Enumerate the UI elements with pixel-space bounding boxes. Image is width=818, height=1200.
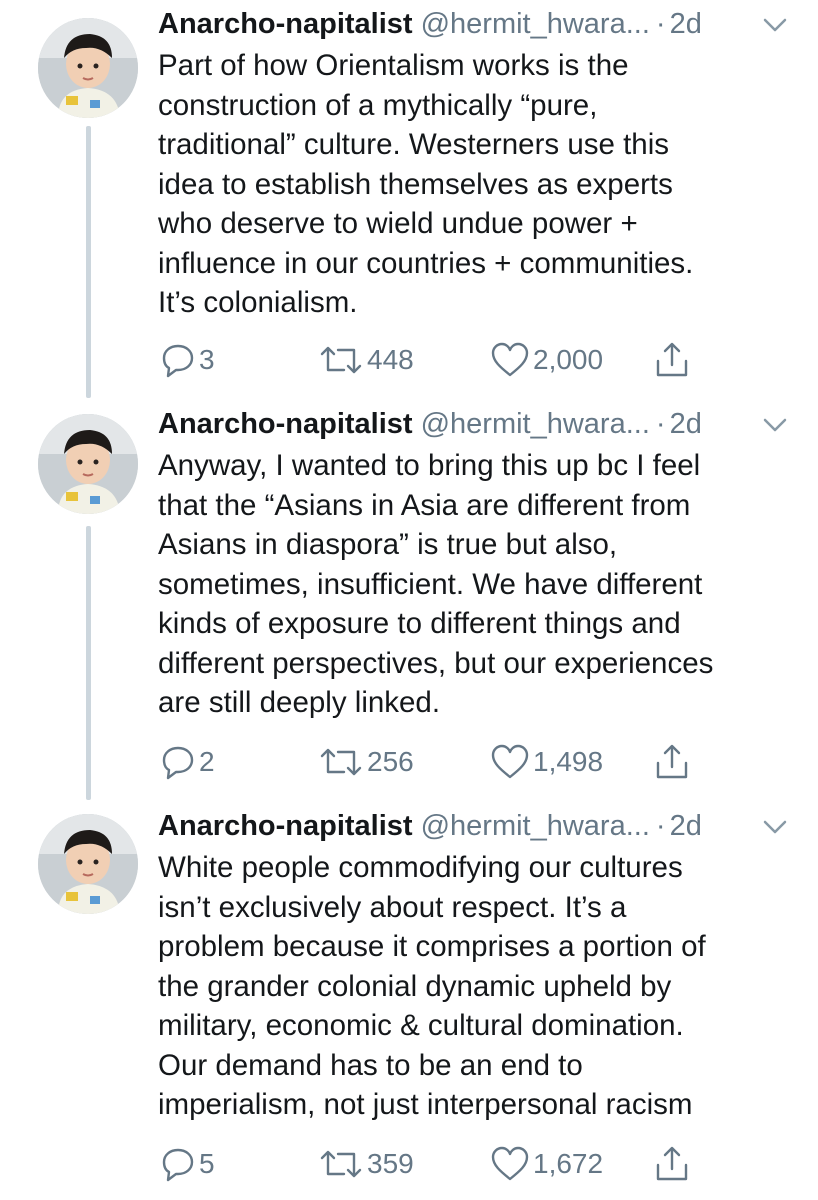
tweet-text: White people commodifying our cultures i… [158, 848, 798, 1125]
chevron-down-icon[interactable] [762, 416, 788, 434]
display-name[interactable]: Anarcho-napitalist [158, 408, 413, 440]
user-handle[interactable]: @hermit_hwara... [421, 408, 650, 440]
tweet-text-line: It’s colonialism. [158, 286, 358, 319]
timestamp[interactable]: 2d [670, 8, 702, 40]
tweet-actions: 2 256 1,498 [158, 740, 718, 784]
retweet-icon [320, 1150, 362, 1178]
tweet-header: Anarcho-napitalist @hermit_hwara... · 2d [158, 806, 702, 846]
tweet-text-line: who deserve to wield undue power + [158, 207, 638, 240]
avatar[interactable] [38, 814, 138, 914]
user-handle[interactable]: @hermit_hwara... [421, 810, 650, 842]
avatar[interactable] [38, 414, 138, 514]
like-button[interactable]: 1,498 [490, 740, 603, 784]
tweet-header: Anarcho-napitalist @hermit_hwara... · 2d [158, 404, 702, 444]
reply-button[interactable]: 2 [160, 740, 215, 784]
tweet-header: Anarcho-napitalist @hermit_hwara... · 2d [158, 4, 702, 44]
tweet-text-line: Our demand has to be an end to [158, 1048, 583, 1082]
share-button[interactable] [654, 740, 690, 784]
chevron-down-icon[interactable] [762, 16, 788, 34]
avatar-photo [38, 18, 138, 118]
like-button[interactable]: 2,000 [490, 338, 603, 382]
tweet-text-line: military, economic & cultural domination… [158, 1009, 684, 1042]
share-button[interactable] [654, 338, 690, 382]
tweet-text-line: construction of a mythically “pure, [158, 88, 598, 122]
tweet-text-line: Asians in diaspora” is true but also, [158, 528, 618, 561]
display-name[interactable]: Anarcho-napitalist [158, 8, 413, 40]
avatar[interactable] [38, 18, 138, 118]
thread-line [86, 526, 91, 800]
tweet-text-line: imperialism, not just interpersonal raci… [158, 1088, 693, 1121]
tweet-text-line: traditional” culture. Westerners use thi… [158, 128, 670, 161]
share-icon [656, 744, 688, 779]
tweet-text-line: isn’t exclusively about respect. It’s a [158, 890, 627, 924]
tweet-text-line: the grander colonial dynamic upheld by [158, 969, 672, 1003]
like-count: 1,672 [533, 1148, 604, 1179]
avatar-photo [38, 414, 138, 514]
tweet-text-line: kinds of exposure to different things an… [158, 607, 681, 640]
retweet-count: 359 [367, 1148, 414, 1179]
tweet-text-line: sometimes, insufficient. We have differe… [158, 567, 703, 601]
share-icon [656, 342, 688, 377]
heart-icon [491, 1146, 529, 1181]
tweet-text-line: that the “Asians in Asia are different f… [158, 488, 691, 522]
tweet-text-line: idea to establish themselves as experts [158, 167, 673, 201]
retweet-count: 256 [367, 746, 414, 777]
retweet-button[interactable]: 256 [318, 740, 414, 784]
tweet-text-line: different perspectives, but our experien… [158, 646, 714, 680]
tweet-text-line: Part of how Orientalism works is the [158, 49, 629, 82]
tweet-text: Part of how Orientalism works is the con… [158, 46, 798, 323]
tweet-actions: 3 448 2,000 [158, 338, 718, 382]
timestamp[interactable]: 2d [670, 408, 702, 440]
retweet-icon [320, 748, 362, 776]
reply-icon [162, 746, 194, 780]
tweet-text-line: Anyway, I wanted to bring this up bc I f… [158, 449, 701, 482]
display-name[interactable]: Anarcho-napitalist [158, 810, 413, 842]
chevron-down-icon[interactable] [762, 818, 788, 836]
share-icon [656, 1146, 688, 1181]
reply-button[interactable]: 3 [160, 338, 215, 382]
share-button[interactable] [654, 1142, 690, 1186]
heart-icon [491, 342, 529, 377]
separator-dot: · [655, 8, 666, 40]
reply-icon [162, 1148, 194, 1182]
heart-icon [491, 744, 529, 779]
tweet-actions: 5 359 1,672 [158, 1142, 718, 1186]
tweet-text-line: are still deeply linked. [158, 686, 441, 719]
reply-icon [162, 344, 194, 378]
like-button[interactable]: 1,672 [490, 1142, 603, 1186]
retweet-count: 448 [367, 344, 414, 375]
reply-count: 2 [199, 746, 215, 777]
tweet-text-line: influence in our countries + communities… [158, 246, 694, 280]
retweet-button[interactable]: 359 [318, 1142, 414, 1186]
like-count: 2,000 [533, 344, 604, 375]
reply-count: 3 [199, 344, 215, 375]
retweet-button[interactable]: 448 [318, 338, 414, 382]
like-count: 1,498 [533, 746, 604, 777]
user-handle[interactable]: @hermit_hwara... [421, 8, 650, 40]
tweet-text-line: White people commodifying our cultures [158, 851, 683, 884]
tweet-text-line: problem because it comprises a portion o… [158, 930, 706, 963]
timestamp[interactable]: 2d [670, 810, 702, 842]
separator-dot: · [655, 408, 666, 440]
avatar-photo [38, 814, 138, 914]
reply-button[interactable]: 5 [160, 1142, 215, 1186]
tweet-text: Anyway, I wanted to bring this up bc I f… [158, 446, 798, 723]
reply-count: 5 [199, 1148, 215, 1179]
retweet-icon [320, 346, 362, 374]
separator-dot: · [655, 810, 666, 842]
thread-line [86, 126, 91, 398]
